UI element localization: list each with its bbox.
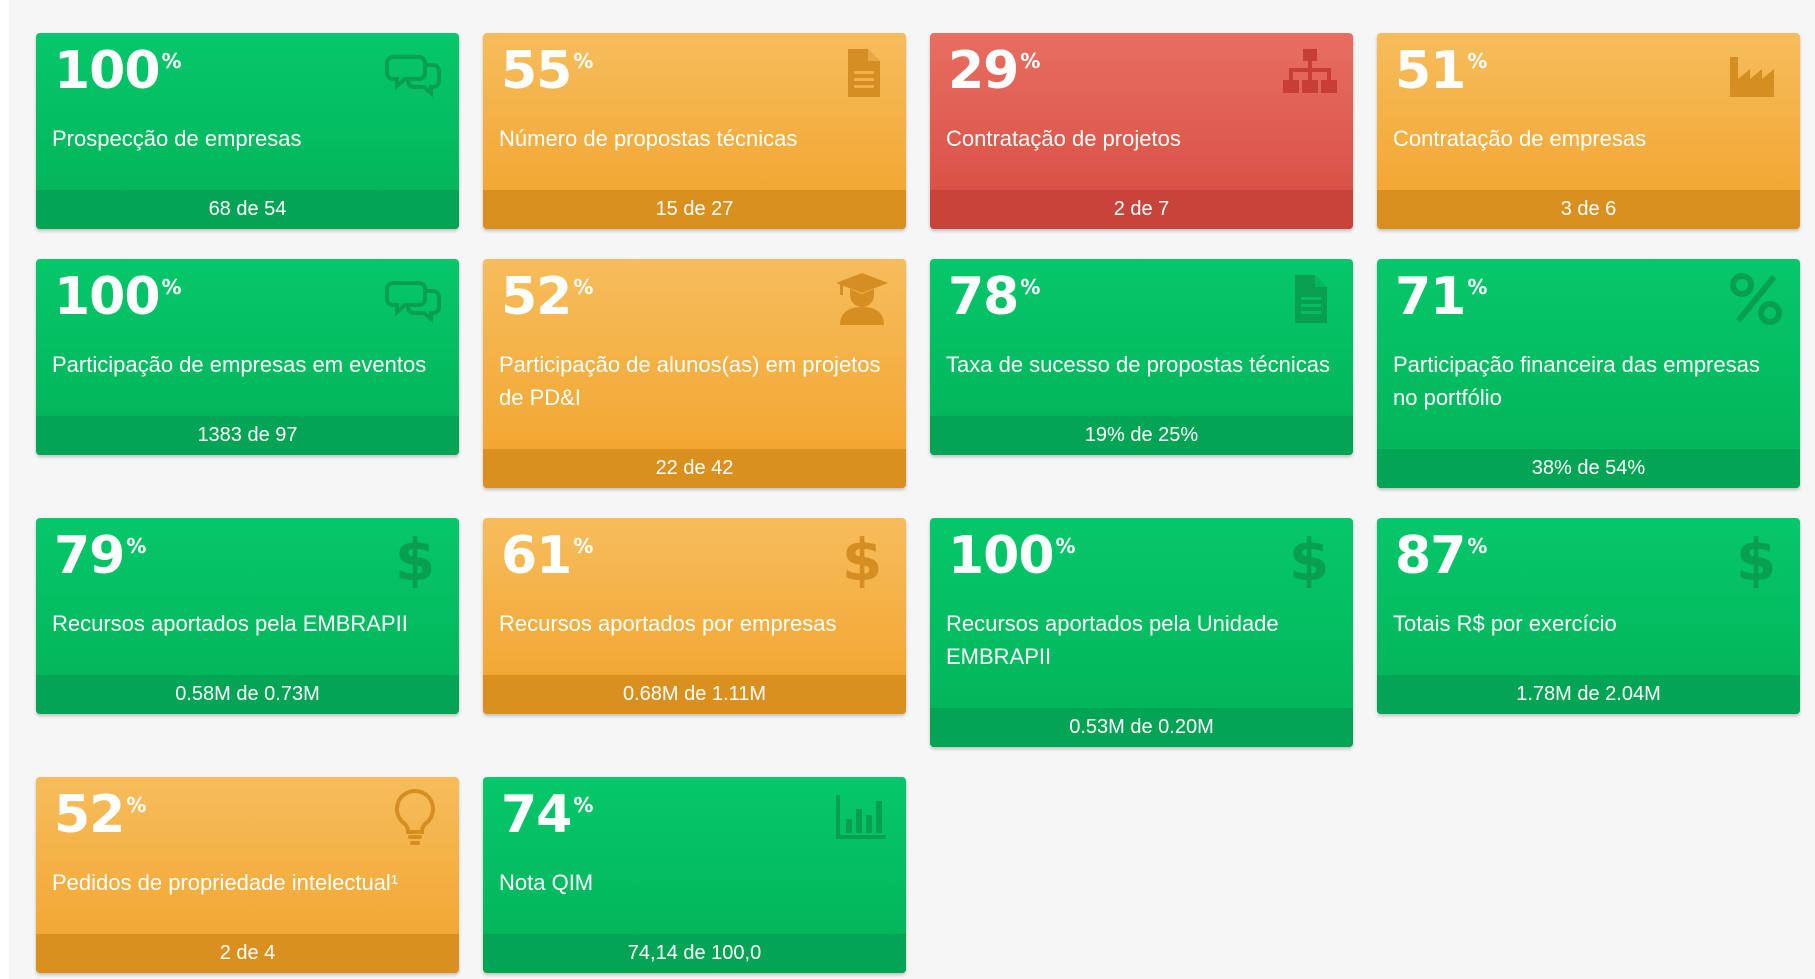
kpi-card-recursos-embrapii[interactable]: 79% Recursos aportados pela EMBRAPII $ 0… xyxy=(36,518,459,714)
kpi-percent: 52% xyxy=(501,267,593,327)
kpi-footer: 1383 de 97 xyxy=(36,416,459,455)
document-icon xyxy=(1295,275,1327,323)
kpi-percent: 78% xyxy=(948,267,1040,327)
kpi-card-participacao-eventos[interactable]: 100% Participação de empresas em eventos… xyxy=(36,259,459,455)
kpi-footer: 1.78M de 2.04M xyxy=(1377,675,1800,714)
graduate-icon xyxy=(836,273,888,325)
bar-chart-icon xyxy=(836,795,886,839)
kpi-percent: 87% xyxy=(1395,526,1487,586)
lightbulb-icon xyxy=(394,788,436,845)
kpi-card-recursos-unidade[interactable]: 100% Recursos aportados pela Unidade EMB… xyxy=(930,518,1353,747)
industry-icon xyxy=(1730,57,1774,97)
kpi-percent: 61% xyxy=(501,526,593,586)
percent-icon xyxy=(1730,273,1782,325)
kpi-footer: 19% de 25% xyxy=(930,416,1353,455)
kpi-footer: 38% de 54% xyxy=(1377,449,1800,488)
kpi-percent: 71% xyxy=(1395,267,1487,327)
dollar-icon: $ xyxy=(1289,528,1329,588)
kpi-footer: 0.58M de 0.73M xyxy=(36,675,459,714)
kpi-card-participacao-financeira[interactable]: 71% Participação financeira das empresas… xyxy=(1377,259,1800,488)
kpi-card-taxa-sucesso[interactable]: 78% Taxa de sucesso de propostas técnica… xyxy=(930,259,1353,455)
kpi-footer: 68 de 54 xyxy=(36,190,459,229)
kpi-footer: 3 de 6 xyxy=(1377,190,1800,229)
kpi-label: Contratação de projetos xyxy=(946,126,1181,151)
kpi-footer: 2 de 7 xyxy=(930,190,1353,229)
kpi-label: Totais R$ por exercício xyxy=(1393,611,1617,636)
kpi-footer: 2 de 4 xyxy=(36,934,459,973)
kpi-label: Contratação de empresas xyxy=(1393,126,1647,151)
kpi-card-contratacao-empresas[interactable]: 51% Contratação de empresas 3 de 6 xyxy=(1377,33,1800,229)
dollar-icon: $ xyxy=(842,528,882,588)
kpi-footer: 74,14 de 100,0 xyxy=(483,934,906,973)
kpi-label: Taxa de sucesso de propostas técnicas xyxy=(946,352,1331,377)
kpi-percent: 100% xyxy=(54,267,182,327)
kpi-label: Participação de alunos(as) em projetos d… xyxy=(499,352,881,410)
kpi-label: Prospecção de empresas xyxy=(52,126,302,151)
kpi-percent: 74% xyxy=(501,785,593,845)
kpi-card-nota-qim[interactable]: 74% Nota QIM 74,14 de 100,0 xyxy=(483,777,906,973)
dollar-icon: $ xyxy=(1736,528,1776,588)
kpi-card-prospeccao[interactable]: 100% Prospecção de empresas 68 de 54 xyxy=(36,33,459,229)
kpi-label: Participação financeira das empresas no … xyxy=(1393,352,1760,410)
sitemap-icon xyxy=(1283,49,1337,93)
dashboard-panel: 100% Prospecção de empresas 68 de 54 55%… xyxy=(9,0,1815,979)
svg-text:$: $ xyxy=(1736,528,1776,588)
dollar-icon: $ xyxy=(395,528,435,588)
kpi-percent: 52% xyxy=(54,785,146,845)
kpi-footer: 0.53M de 0.20M xyxy=(930,708,1353,747)
kpi-card-propostas[interactable]: 55% Número de propostas técnicas 15 de 2… xyxy=(483,33,906,229)
kpi-footer: 0.68M de 1.11M xyxy=(483,675,906,714)
kpi-label: Recursos aportados pela Unidade EMBRAPII xyxy=(946,611,1279,669)
kpi-label: Nota QIM xyxy=(499,870,594,895)
kpi-card-recursos-empresas[interactable]: 61% Recursos aportados por empresas $ 0.… xyxy=(483,518,906,714)
kpi-card-participacao-alunos[interactable]: 52% Participação de alunos(as) em projet… xyxy=(483,259,906,488)
comments-icon xyxy=(385,281,441,324)
svg-text:$: $ xyxy=(842,528,882,588)
kpi-percent: 100% xyxy=(948,526,1076,586)
kpi-label: Número de propostas técnicas xyxy=(499,126,798,151)
kpi-percent: 79% xyxy=(54,526,146,586)
kpi-label: Recursos aportados por empresas xyxy=(499,611,837,636)
kpi-label: Recursos aportados pela EMBRAPII xyxy=(52,611,408,636)
kpi-card-propriedade-intelectual[interactable]: 52% Pedidos de propriedade intelectual¹ … xyxy=(36,777,459,973)
kpi-percent: 51% xyxy=(1395,41,1487,101)
kpi-footer: 22 de 42 xyxy=(483,449,906,488)
svg-text:$: $ xyxy=(1289,528,1329,588)
kpi-card-totais-exercicio[interactable]: 87% Totais R$ por exercício $ 1.78M de 2… xyxy=(1377,518,1800,714)
kpi-footer: 15 de 27 xyxy=(483,190,906,229)
kpi-percent: 100% xyxy=(54,41,182,101)
comments-icon xyxy=(385,55,441,98)
kpi-label: Participação de empresas em eventos xyxy=(52,352,427,377)
kpi-card-contratacao-projetos[interactable]: 29% Contratação de projetos 2 de 7 xyxy=(930,33,1353,229)
kpi-percent: 29% xyxy=(948,41,1040,101)
svg-text:$: $ xyxy=(395,528,435,588)
kpi-label: Pedidos de propriedade intelectual¹ xyxy=(52,870,399,895)
kpi-percent: 55% xyxy=(501,41,593,101)
document-icon xyxy=(848,49,880,97)
